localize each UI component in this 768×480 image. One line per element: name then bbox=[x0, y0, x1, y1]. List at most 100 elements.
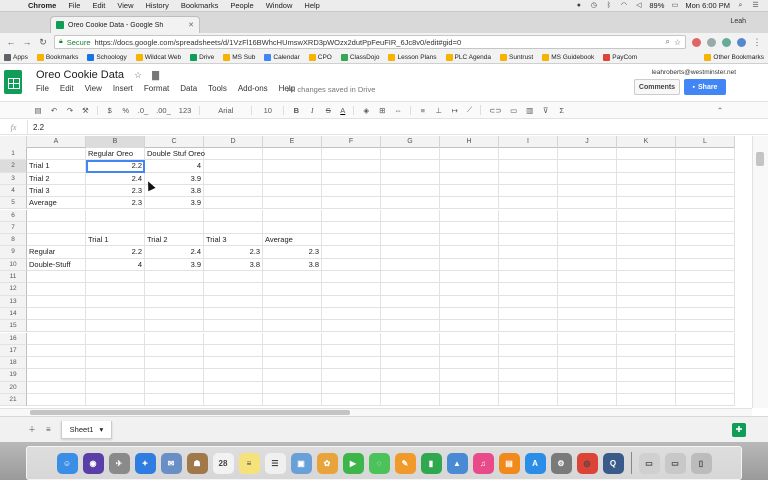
grid-cell[interactable] bbox=[322, 295, 381, 308]
grid-cell[interactable] bbox=[86, 369, 145, 382]
bluetooth-icon[interactable]: ᛒ bbox=[604, 2, 613, 10]
grid-cell[interactable] bbox=[86, 394, 145, 407]
grid-cell[interactable] bbox=[617, 271, 676, 284]
grid-cell[interactable] bbox=[204, 295, 263, 308]
grid-cell[interactable] bbox=[499, 172, 558, 185]
grid-cell[interactable] bbox=[499, 197, 558, 210]
grid-cell[interactable]: Regular bbox=[27, 246, 86, 259]
functions-icon[interactable]: Σ bbox=[558, 106, 566, 115]
row-header[interactable]: 10 bbox=[0, 258, 27, 271]
grid-cell[interactable] bbox=[440, 221, 499, 235]
grid-cell[interactable] bbox=[322, 369, 381, 382]
grid-cell[interactable]: 3.8 bbox=[263, 258, 322, 271]
grid-cell[interactable] bbox=[558, 221, 617, 235]
forward-arrow-icon[interactable]: → bbox=[22, 37, 32, 47]
menu-history[interactable]: History bbox=[140, 1, 175, 10]
grid-cell[interactable] bbox=[440, 394, 499, 407]
bookmark-item[interactable]: Calendar bbox=[264, 53, 300, 61]
grid-cell[interactable] bbox=[204, 148, 263, 161]
finder-icon[interactable]: ☺ bbox=[56, 452, 78, 474]
grid-cell[interactable] bbox=[204, 197, 263, 210]
grid-cell[interactable] bbox=[440, 344, 499, 358]
grid-cell[interactable] bbox=[263, 221, 322, 235]
grid-cell[interactable] bbox=[499, 295, 558, 308]
grid-cell[interactable] bbox=[86, 221, 145, 235]
grid-cell[interactable] bbox=[617, 320, 676, 333]
grid-cell[interactable] bbox=[381, 148, 440, 161]
column-header[interactable]: G bbox=[381, 136, 440, 148]
grid-cell[interactable] bbox=[676, 271, 735, 284]
horizontal-align-icon[interactable]: ≡ bbox=[419, 106, 427, 115]
grid-cell[interactable] bbox=[381, 184, 440, 198]
grid-cell[interactable] bbox=[145, 381, 204, 394]
grid-cell[interactable]: 3.9 bbox=[145, 258, 204, 271]
grid-cell[interactable] bbox=[145, 271, 204, 284]
messages-icon[interactable]: ◌ bbox=[368, 452, 390, 474]
sheets-menu-data[interactable]: Data bbox=[180, 84, 197, 93]
grid-cell[interactable] bbox=[322, 246, 381, 259]
row-header[interactable]: 5 bbox=[0, 197, 27, 210]
launchpad-icon[interactable]: ✈ bbox=[108, 452, 130, 474]
trash-icon[interactable]: ▯ bbox=[690, 452, 712, 474]
grid-cell[interactable] bbox=[381, 357, 440, 370]
address-bar[interactable]: 🔒︎ Secure https://docs.google.com/spread… bbox=[54, 35, 686, 49]
grid-cell[interactable]: 4 bbox=[86, 258, 145, 271]
grid-cell[interactable] bbox=[27, 381, 86, 394]
grid-cell[interactable] bbox=[499, 160, 558, 173]
grid-cell[interactable] bbox=[558, 246, 617, 259]
grid-cell[interactable] bbox=[440, 160, 499, 173]
italic-button[interactable]: I bbox=[308, 106, 316, 115]
grid-cell[interactable] bbox=[381, 258, 440, 271]
grid-cell[interactable] bbox=[676, 234, 735, 247]
sheets-menu-file[interactable]: File bbox=[36, 84, 49, 93]
row-header[interactable]: 14 bbox=[0, 307, 27, 321]
sheets-menu-format[interactable]: Format bbox=[144, 84, 169, 93]
grid-cell[interactable]: 2.4 bbox=[145, 246, 204, 259]
grid-cell[interactable] bbox=[27, 283, 86, 296]
grid-cell[interactable] bbox=[676, 209, 735, 222]
sheets-menu-tools[interactable]: Tools bbox=[208, 84, 227, 93]
grid-cell[interactable] bbox=[86, 209, 145, 222]
grid-cell[interactable] bbox=[558, 332, 617, 345]
grid-cell[interactable] bbox=[676, 357, 735, 370]
row-header[interactable]: 20 bbox=[0, 381, 27, 394]
grid-cell[interactable] bbox=[617, 160, 676, 173]
grid-cell[interactable] bbox=[27, 271, 86, 284]
grid-cell[interactable] bbox=[27, 357, 86, 370]
grid-cell[interactable] bbox=[86, 357, 145, 370]
formula-input[interactable]: 2.2 bbox=[28, 123, 44, 132]
grid-cell[interactable] bbox=[204, 160, 263, 173]
grid-cell[interactable] bbox=[27, 209, 86, 222]
grid-cell[interactable] bbox=[263, 369, 322, 382]
grid-cell[interactable] bbox=[145, 295, 204, 308]
grid-cell[interactable] bbox=[322, 184, 381, 198]
grid-cell[interactable] bbox=[440, 234, 499, 247]
grid-cell[interactable] bbox=[440, 369, 499, 382]
grid-cell[interactable] bbox=[676, 172, 735, 185]
column-header[interactable]: I bbox=[499, 136, 558, 148]
other-bookmarks[interactable]: Other Bookmarks bbox=[704, 53, 764, 61]
battery-icon[interactable]: ▭ bbox=[670, 2, 679, 10]
grid-cell[interactable] bbox=[381, 246, 440, 259]
row-header[interactable]: 13 bbox=[0, 295, 27, 308]
grid-cell[interactable] bbox=[86, 381, 145, 394]
currency-format-button[interactable]: $ bbox=[106, 106, 114, 115]
vertical-scroll-thumb[interactable] bbox=[756, 152, 764, 166]
ibooks-icon[interactable]: ▤ bbox=[498, 452, 520, 474]
bookmark-item[interactable]: MS Sub bbox=[223, 53, 255, 61]
zoom-icon[interactable]: ⌕ bbox=[665, 37, 669, 47]
grid-cell[interactable] bbox=[381, 209, 440, 222]
grid-cell[interactable] bbox=[145, 357, 204, 370]
merge-cells-icon[interactable]: ⇔ bbox=[394, 105, 411, 115]
grid-cell[interactable] bbox=[617, 307, 676, 321]
sheets-menu-insert[interactable]: Insert bbox=[113, 84, 133, 93]
grid-cell[interactable] bbox=[27, 344, 86, 358]
grid-cell[interactable] bbox=[617, 184, 676, 198]
grid-cell[interactable] bbox=[263, 197, 322, 210]
grid-cell[interactable] bbox=[381, 307, 440, 321]
grid-cell[interactable] bbox=[322, 148, 381, 161]
grid-cell[interactable]: 2.4 bbox=[86, 172, 145, 185]
documents-stack-icon[interactable]: ▭ bbox=[638, 452, 660, 474]
grid-cell[interactable] bbox=[204, 332, 263, 345]
grid-cell[interactable] bbox=[558, 148, 617, 161]
